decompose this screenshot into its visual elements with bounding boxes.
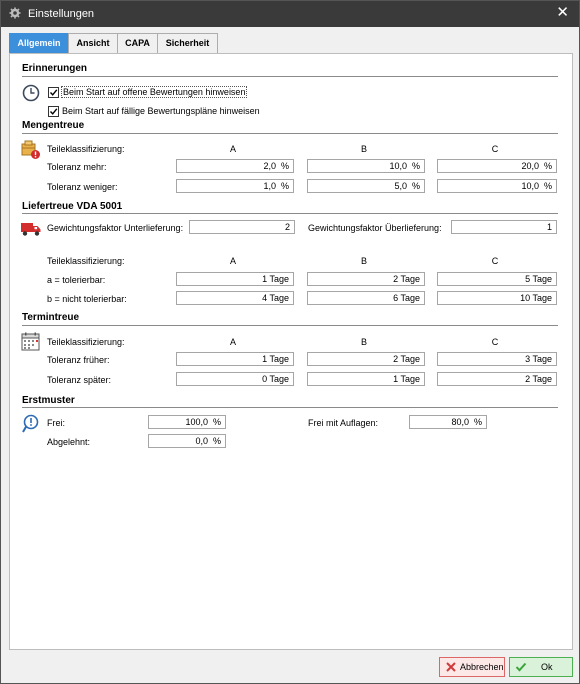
column-header-a: A: [229, 256, 236, 266]
class-label: Teileklassifizierung:: [47, 256, 125, 266]
free-label: Frei:: [47, 418, 65, 428]
over-delivery-label: Gewichtungsfaktor Überlieferung:: [308, 223, 442, 233]
section-divider: [22, 325, 558, 326]
tolerance-later-b-input[interactable]: 1 Tage: [307, 372, 425, 386]
not-tolerable-b-input[interactable]: 6 Tage: [307, 291, 425, 305]
gear-icon: [9, 7, 21, 19]
tab-panel-allgemein: Erinnerungen Beim Start auf offene Bewer…: [9, 53, 573, 650]
column-header-c: C: [491, 144, 499, 154]
checkbox-due-plans-label[interactable]: Beim Start auf fällige Bewertungspläne h…: [62, 106, 260, 116]
tolerance-earlier-c-input[interactable]: 3 Tage: [437, 352, 557, 366]
rejected-label: Abgelehnt:: [47, 437, 91, 447]
section-title-termintreue: Termintreue: [22, 312, 80, 323]
column-header-c: C: [491, 256, 499, 266]
section-title-erstmuster: Erstmuster: [22, 395, 75, 406]
x-icon: [446, 662, 456, 672]
section-title-liefertreue: Liefertreue VDA 5001: [22, 201, 123, 212]
under-delivery-input[interactable]: 2: [189, 220, 295, 234]
tolerance-more-b-input[interactable]: 10,0 %: [307, 159, 425, 173]
column-header-b: B: [360, 256, 367, 266]
section-divider: [22, 407, 558, 408]
tolerance-less-a-input[interactable]: 1,0 %: [176, 179, 294, 193]
tab-sicherheit[interactable]: Sicherheit: [157, 33, 218, 54]
column-header-a: A: [229, 144, 236, 154]
class-label: Teileklassifizierung:: [47, 144, 125, 154]
truck-icon: [21, 223, 41, 236]
section-divider: [22, 213, 558, 214]
column-header-b: B: [360, 144, 367, 154]
tolerance-less-b-input[interactable]: 5,0 %: [307, 179, 425, 193]
box-warning-icon: [21, 140, 40, 159]
section-divider: [22, 133, 558, 134]
row-label: Toleranz weniger:: [47, 182, 118, 192]
row-label: Toleranz mehr:: [47, 162, 107, 172]
column-header-a: A: [229, 337, 236, 347]
row-label: Toleranz früher:: [47, 355, 110, 365]
over-delivery-input[interactable]: 1: [451, 220, 557, 234]
tolerable-c-input[interactable]: 5 Tage: [437, 272, 557, 286]
checkbox-open-assessments[interactable]: [48, 87, 59, 98]
window-title: Einstellungen: [28, 8, 95, 20]
checkbox-due-plans[interactable]: [48, 106, 59, 117]
free-input[interactable]: 100,0 %: [148, 415, 226, 429]
row-label: b = nicht tolerierbar:: [47, 294, 127, 304]
class-label: Teileklassifizierung:: [47, 337, 125, 347]
tolerance-later-a-input[interactable]: 0 Tage: [176, 372, 294, 386]
column-header-c: C: [491, 337, 499, 347]
title-bar: Einstellungen ✕: [1, 1, 579, 27]
tolerance-earlier-b-input[interactable]: 2 Tage: [307, 352, 425, 366]
pin-warning-icon: [22, 414, 39, 433]
tab-ansicht[interactable]: Ansicht: [68, 33, 118, 54]
row-label: Toleranz später:: [47, 375, 112, 385]
tolerance-later-c-input[interactable]: 2 Tage: [437, 372, 557, 386]
cancel-button[interactable]: Abbrechen: [439, 657, 505, 677]
tolerance-more-a-input[interactable]: 2,0 %: [176, 159, 294, 173]
tolerance-less-c-input[interactable]: 10,0 %: [437, 179, 557, 193]
clock-icon: [22, 84, 40, 102]
under-delivery-label: Gewichtungsfaktor Unterlieferung:: [47, 223, 184, 233]
section-divider: [22, 76, 558, 77]
column-header-b: B: [360, 337, 367, 347]
settings-window: Einstellungen ✕ Allgemein Ansicht CAPA S…: [0, 0, 580, 684]
tab-capa[interactable]: CAPA: [117, 33, 158, 54]
tolerance-earlier-a-input[interactable]: 1 Tage: [176, 352, 294, 366]
close-icon[interactable]: ✕: [556, 4, 569, 22]
check-icon: [515, 662, 527, 672]
conditional-input[interactable]: 80,0 %: [409, 415, 487, 429]
tolerable-a-input[interactable]: 1 Tage: [176, 272, 294, 286]
ok-button[interactable]: Ok: [509, 657, 573, 677]
tab-allgemein[interactable]: Allgemein: [9, 33, 69, 54]
rejected-input[interactable]: 0,0 %: [148, 434, 226, 448]
section-title-mengentreue: Mengentreue: [22, 120, 85, 131]
calendar-icon: [21, 332, 40, 351]
conditional-label: Frei mit Auflagen:: [308, 418, 379, 428]
tolerance-more-c-input[interactable]: 20,0 %: [437, 159, 557, 173]
checkbox-open-assessments-label[interactable]: Beim Start auf offene Bewertungen hinwei…: [61, 86, 248, 98]
not-tolerable-a-input[interactable]: 4 Tage: [176, 291, 294, 305]
not-tolerable-c-input[interactable]: 10 Tage: [437, 291, 557, 305]
tolerable-b-input[interactable]: 2 Tage: [307, 272, 425, 286]
section-title-erinnerungen: Erinnerungen: [22, 63, 88, 74]
row-label: a = tolerierbar:: [47, 275, 106, 285]
